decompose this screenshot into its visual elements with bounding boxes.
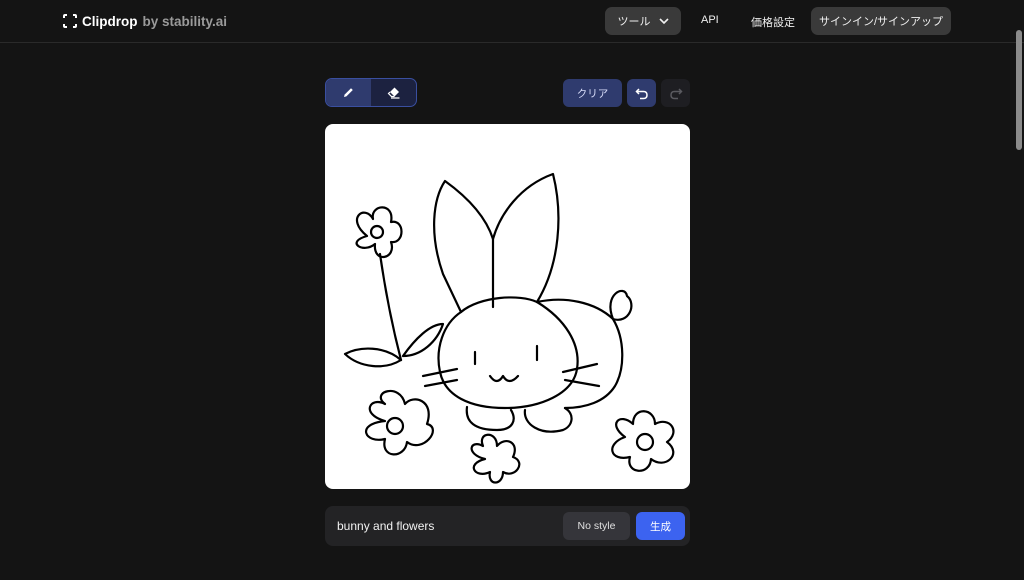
redo-icon — [669, 87, 683, 99]
eraser-icon — [387, 87, 399, 99]
drawing-tool-group — [325, 78, 417, 107]
drawing-canvas[interactable] — [325, 124, 690, 489]
eraser-tool-button[interactable] — [371, 79, 416, 106]
tools-dropdown[interactable]: ツール — [605, 7, 681, 35]
prompt-input[interactable]: bunny and flowers — [337, 519, 434, 533]
logo-name: Clipdrop — [82, 13, 138, 29]
prompt-bar: bunny and flowers No style 生成 — [325, 506, 690, 546]
undo-icon — [634, 87, 648, 99]
bunny-sketch — [343, 172, 675, 484]
tools-label: ツール — [617, 16, 651, 28]
redo-button[interactable] — [661, 79, 690, 107]
top-navigation: Clipdrop by stability.ai ツール API 価格設定 サイ… — [0, 0, 1024, 43]
clear-button[interactable]: クリア — [563, 79, 622, 107]
pencil-icon — [344, 88, 353, 97]
clipdrop-logo-icon — [63, 14, 77, 28]
clipdrop-logo[interactable]: Clipdrop by stability.ai — [63, 12, 227, 30]
logo-byline: by stability.ai — [142, 13, 228, 29]
pencil-tool-button[interactable] — [326, 79, 371, 106]
generate-button[interactable]: 生成 — [636, 512, 685, 540]
style-selector-button[interactable]: No style — [563, 512, 630, 540]
nav-api-link[interactable]: API — [701, 14, 719, 26]
nav-pricing-link[interactable]: 価格設定 — [751, 14, 795, 30]
signin-button[interactable]: サインイン/サインアップ — [811, 7, 951, 35]
chevron-down-icon — [658, 17, 669, 24]
undo-button[interactable] — [627, 79, 656, 107]
page-scrollbar[interactable] — [1016, 30, 1022, 150]
